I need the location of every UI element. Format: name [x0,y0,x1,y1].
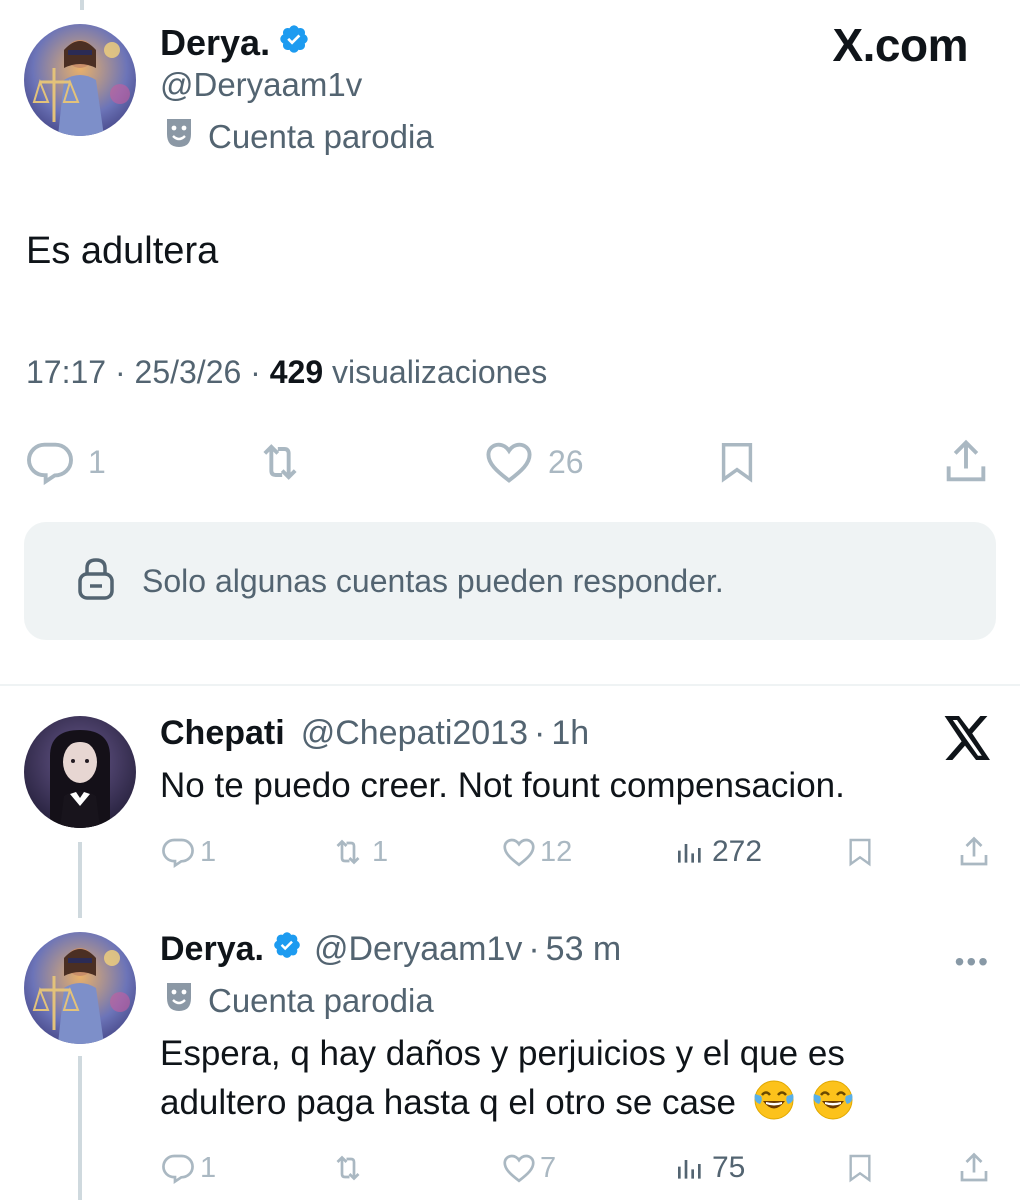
reply2-verified-badge-icon [272,930,302,969]
verified-badge-icon [278,22,310,64]
laughing-tears-emoji-icon [752,1078,796,1122]
views-label: visualizaciones [332,354,548,390]
avatar-chepati[interactable] [24,716,136,828]
reply1-analytics-icon [674,834,706,870]
brand-logo-text: X.com [832,19,968,71]
reply2-like-button[interactable]: 7 [500,1150,556,1186]
reply2-repost-icon [328,1150,368,1186]
reply2-text-line2: adultero paga hasta q el otro se case [160,1083,736,1122]
author-name[interactable]: Derya. [160,22,270,64]
reply1-views-count: 272 [712,835,763,868]
reply1-text: No te puedo creer. Not fount compensacio… [160,766,845,805]
laughing-tears-emoji-icon-2 [811,1078,855,1122]
theater-mask-icon [164,116,194,158]
tweet-text: Es adultera [26,230,219,272]
reply2-reply-count: 1 [200,1151,217,1184]
reply2-text-line1: Espera, q hay daños y perjuicios y el qu… [160,1034,845,1073]
reply1-author-name[interactable]: Chepati [160,714,285,753]
repost-icon [252,436,308,488]
reply2-views-count: 75 [712,1151,746,1184]
reply1-repost-count: 1 [372,835,389,868]
reply1-dot: · [534,714,546,752]
main-action-bar: 1 26 [0,436,1020,492]
reply1-header: Chepati @Chepati2013 · 1h [160,714,589,753]
reply-button[interactable]: 1 [24,436,106,488]
reply2-author-name[interactable]: Derya. [160,930,264,969]
reply2-theater-mask-icon [164,980,194,1022]
bookmark-icon [714,436,760,488]
reply-restriction-text: Solo algunas cuentas pueden responder. [142,562,724,599]
reply2-bookmark-icon [844,1150,876,1186]
x-logo-icon [944,716,992,765]
reply1-bookmark-button[interactable] [844,834,876,870]
reply2-like-count: 7 [540,1151,557,1184]
reply2-heart-icon [500,1150,538,1186]
reply1-like-button[interactable]: 12 [500,834,572,870]
reply2-dot: · [528,930,540,968]
reply1-views-button[interactable]: 272 [674,834,762,870]
reply2-share-icon [956,1150,992,1186]
reply2-views-button[interactable]: 75 [674,1150,745,1186]
reply2-analytics-icon [674,1150,706,1186]
reply2-author-handle[interactable]: @Deryaam1v [314,930,522,969]
reply2-share-button[interactable] [956,1150,992,1186]
parody-label: Cuenta parodia [208,118,434,155]
avatar-derya-main[interactable] [24,24,136,136]
reply1-action-bar: 1 1 12 272 [0,834,1020,874]
reply1-like-count: 12 [540,835,573,868]
reply2-parody-row: Cuenta parodia [164,980,434,1022]
reply2-parody-label: Cuenta parodia [208,982,434,1019]
tweet-meta: 17:17 · 25/3/26 · 429 visualizaciones [26,354,548,390]
thread-connector-top [80,0,84,10]
lock-icon [76,556,116,607]
reply2-bookmark-button[interactable] [844,1150,876,1186]
share-icon [940,436,992,488]
heart-icon [482,436,536,488]
reply1-repost-button[interactable]: 1 [328,834,388,870]
reply-icon [24,436,76,488]
section-divider [0,684,1020,686]
reply1-bookmark-icon [844,834,876,870]
reply2-reply-button[interactable]: 1 [160,1150,216,1186]
tweet-time[interactable]: 17:17 [26,354,106,390]
more-options-icon[interactable]: ••• [955,946,990,978]
author-handle[interactable]: @Deryaam1v [160,66,362,104]
reply1-share-button[interactable] [956,834,992,870]
reply-restriction-notice: Solo algunas cuentas pueden responder. [24,522,996,640]
reply1-share-icon [956,834,992,870]
like-button[interactable]: 26 [482,436,584,488]
reply-count: 1 [88,443,106,480]
main-name-row: Derya. [160,22,310,64]
reply2-text-line2-wrap: adultero paga hasta q el otro se case [160,1078,855,1127]
reply1-reply-count: 1 [200,835,217,868]
reply2-time[interactable]: 53 m [546,930,622,969]
reply1-heart-icon [500,834,538,870]
tweet-date[interactable]: 25/3/26 [135,354,242,390]
share-button[interactable] [940,436,992,488]
like-count: 26 [548,443,584,480]
reply2-reply-icon [160,1150,196,1186]
reply2-action-bar: 1 7 75 [0,1150,1020,1190]
reply1-reply-icon [160,834,196,870]
reply2-text: Espera, q hay daños y perjuicios y el qu… [160,1030,855,1127]
reply1-reply-button[interactable]: 1 [160,834,216,870]
reply1-time[interactable]: 1h [551,714,589,753]
reply1-author-handle[interactable]: @Chepati2013 [301,714,528,753]
reply1-repost-icon [328,834,368,870]
avatar-derya-reply[interactable] [24,932,136,1044]
parody-label-row: Cuenta parodia [164,116,434,158]
bookmark-button[interactable] [714,436,760,488]
views-count: 429 [269,354,324,390]
reply2-repost-button[interactable] [328,1150,368,1186]
main-handle-row: @Deryaam1v [160,66,362,104]
repost-button[interactable] [252,436,308,488]
reply2-header: Derya. @Deryaam1v · 53 m [160,930,621,969]
